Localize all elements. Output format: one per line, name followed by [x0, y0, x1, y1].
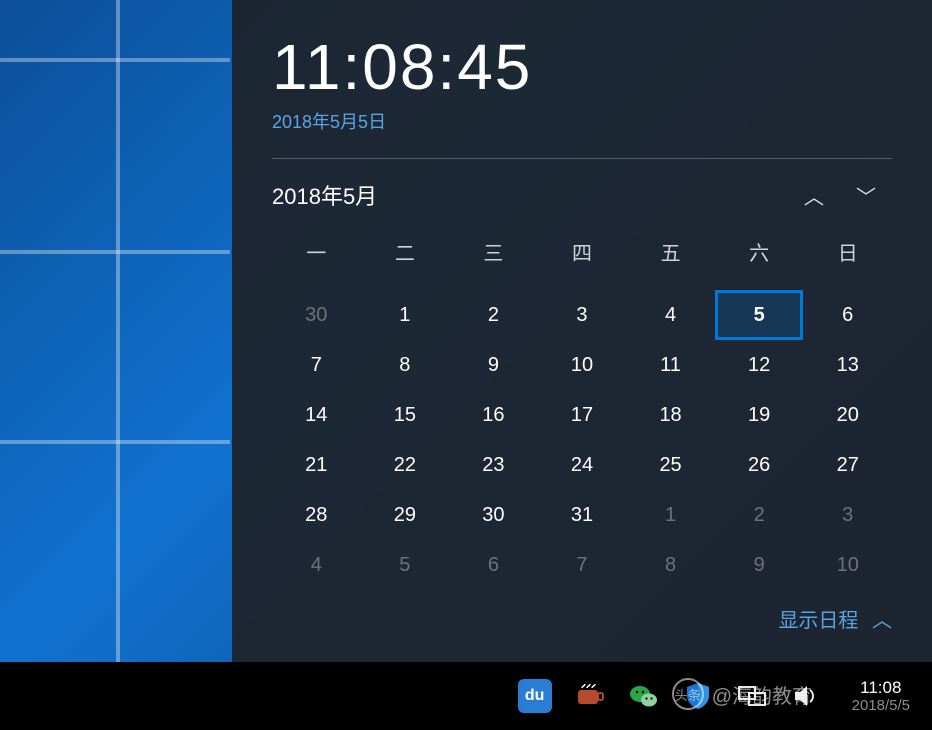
calendar-day[interactable]: 8 [361, 340, 450, 390]
show-agenda-label: 显示日程 [778, 610, 858, 632]
calendar-day[interactable]: 23 [449, 440, 538, 490]
calendar-flyout: 11:08:45 2018年5月5日 2018年5月 ︿ ﹀ 一二三四五六日 3… [232, 0, 932, 662]
calendar-day[interactable]: 3 [803, 490, 892, 540]
clock-time: 11:08:45 [272, 30, 892, 104]
network-tray-icon[interactable] [736, 680, 768, 712]
calendar-day[interactable]: 12 [715, 340, 804, 390]
calendar-day[interactable]: 10 [803, 540, 892, 590]
calendar-day[interactable]: 2 [715, 490, 804, 540]
calendar-day[interactable]: 10 [538, 340, 627, 390]
calendar-day[interactable]: 7 [272, 340, 361, 390]
volume-tray-icon[interactable] [790, 680, 822, 712]
divider [272, 158, 892, 159]
calendar-day[interactable]: 19 [715, 390, 804, 440]
show-agenda-link[interactable]: 显示日程 ︿ [778, 610, 892, 632]
tray-clock-date: 2018/5/5 [852, 697, 910, 714]
desktop-wallpaper-panes [0, 0, 230, 680]
calendar-day[interactable]: 5 [361, 540, 450, 590]
calendar-day[interactable]: 4 [626, 290, 715, 340]
calendar-day[interactable]: 29 [361, 490, 450, 540]
clock-date[interactable]: 2018年5月5日 [272, 108, 892, 134]
dow-header: 四 [538, 229, 627, 274]
tray-clock-time: 11:08 [852, 678, 910, 698]
calendar-day[interactable]: 4 [272, 540, 361, 590]
calendar-day[interactable]: 22 [361, 440, 450, 490]
calendar-day-today[interactable]: 5 [715, 290, 804, 340]
calendar-day[interactable]: 16 [449, 390, 538, 440]
chevron-up-icon: ︿ [872, 610, 892, 632]
calendar-day[interactable]: 2 [449, 290, 538, 340]
dow-header: 五 [626, 229, 715, 274]
calendar-day[interactable]: 24 [538, 440, 627, 490]
baidu-tray-icon[interactable]: du [518, 679, 552, 713]
calendar-day[interactable]: 9 [715, 540, 804, 590]
tray-clock[interactable]: 11:08 2018/5/5 [844, 678, 918, 715]
taskbar: du 11:08 2018/5/5 [0, 662, 932, 730]
calendar-day[interactable]: 6 [449, 540, 538, 590]
calendar-day[interactable]: 6 [803, 290, 892, 340]
calendar-day[interactable]: 3 [538, 290, 627, 340]
month-header: 2018年5月 ︿ ﹀ [272, 177, 892, 213]
calendar-day[interactable]: 11 [626, 340, 715, 390]
calendar-day[interactable]: 28 [272, 490, 361, 540]
calendar-day[interactable]: 9 [449, 340, 538, 390]
wechat-tray-icon[interactable] [628, 680, 660, 712]
calendar-day[interactable]: 15 [361, 390, 450, 440]
calendar-day[interactable]: 26 [715, 440, 804, 490]
dow-header: 一 [272, 229, 361, 274]
calendar-day[interactable]: 8 [626, 540, 715, 590]
calendar-day[interactable]: 30 [449, 490, 538, 540]
calendar-day[interactable]: 1 [626, 490, 715, 540]
calendar-day[interactable]: 17 [538, 390, 627, 440]
calendar-day[interactable]: 13 [803, 340, 892, 390]
calendar-day[interactable]: 27 [803, 440, 892, 490]
calendar-day[interactable]: 20 [803, 390, 892, 440]
calendar-day[interactable]: 31 [538, 490, 627, 540]
calendar-day[interactable]: 30 [272, 290, 361, 340]
calendar-day[interactable]: 1 [361, 290, 450, 340]
chevron-down-icon: ﹀ [856, 181, 876, 210]
dow-header: 日 [803, 229, 892, 274]
calendar-day[interactable]: 18 [626, 390, 715, 440]
coffee-tray-icon[interactable] [574, 680, 606, 712]
month-label[interactable]: 2018年5月 [272, 179, 788, 211]
calendar-day[interactable]: 25 [626, 440, 715, 490]
dow-header: 三 [449, 229, 538, 274]
shield-tray-icon[interactable] [682, 680, 714, 712]
prev-month-button[interactable]: ︿ [788, 177, 840, 213]
calendar-day[interactable]: 21 [272, 440, 361, 490]
calendar-day[interactable]: 7 [538, 540, 627, 590]
dow-header: 二 [361, 229, 450, 274]
dow-header: 六 [715, 229, 804, 274]
chevron-up-icon: ︿ [804, 181, 824, 210]
calendar-day[interactable]: 14 [272, 390, 361, 440]
next-month-button[interactable]: ﹀ [840, 177, 892, 213]
